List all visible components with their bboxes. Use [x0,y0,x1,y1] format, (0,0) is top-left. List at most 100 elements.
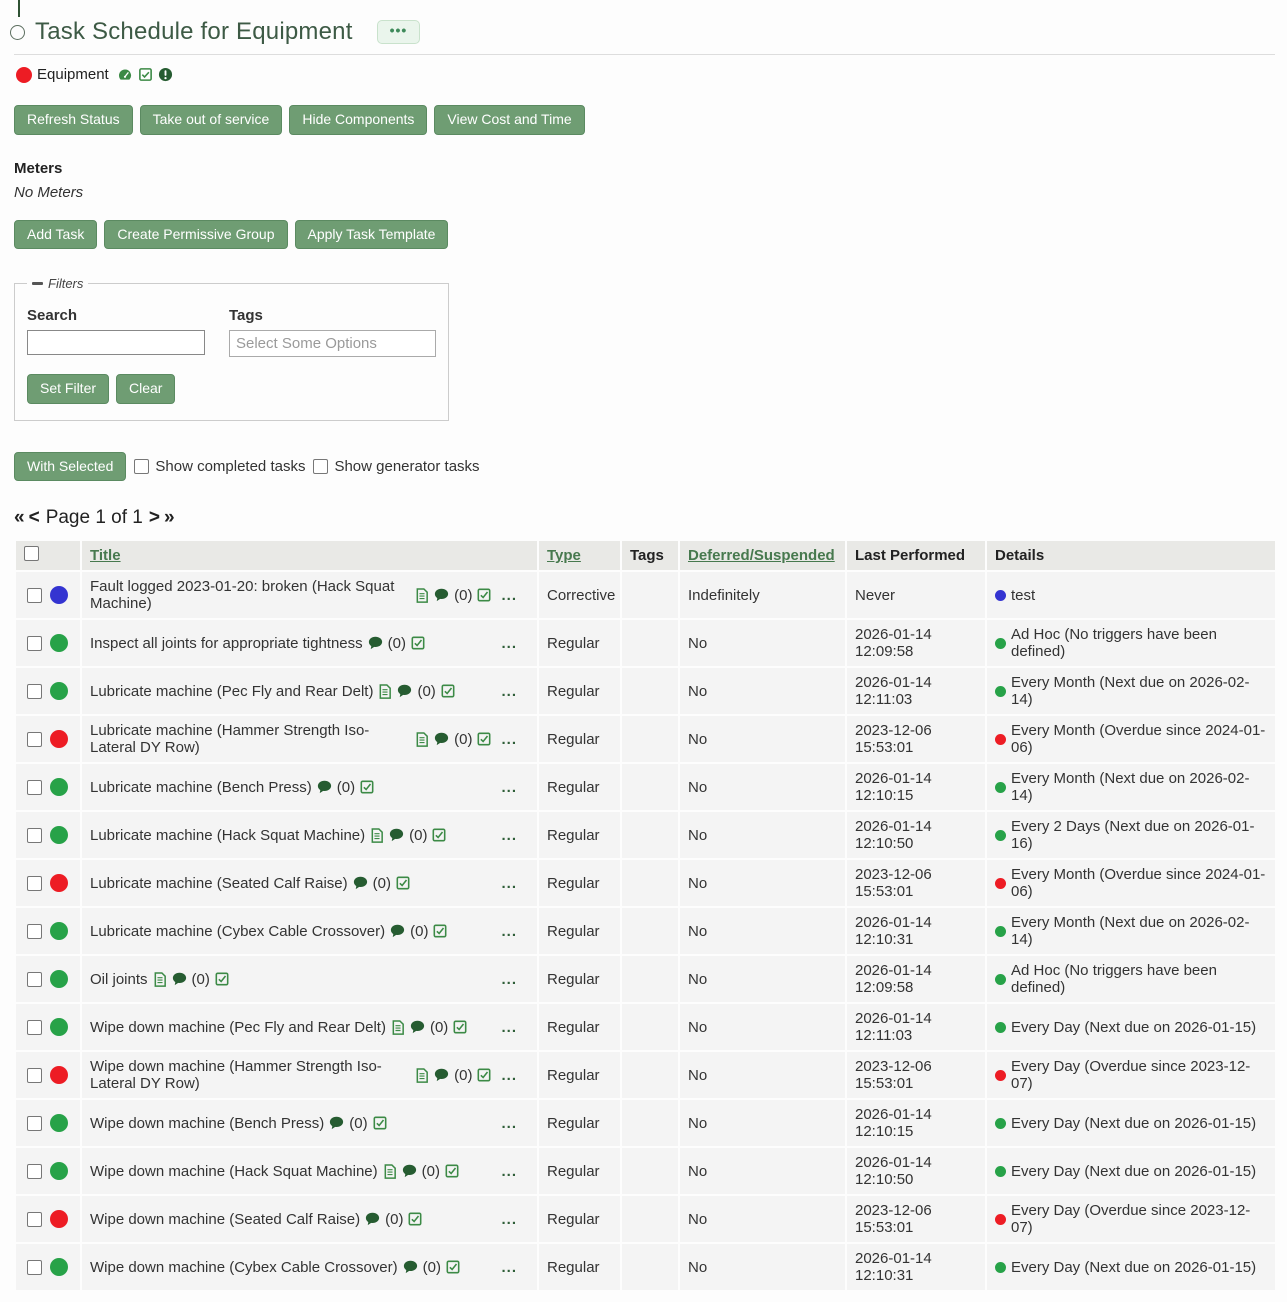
row-checkbox[interactable] [27,636,42,651]
row-actions-button[interactable]: ... [501,731,529,748]
sort-type-link[interactable]: Type [547,547,581,564]
search-input[interactable] [27,330,205,355]
document-icon[interactable] [415,1068,429,1083]
row-actions-button[interactable]: ... [501,683,529,700]
alert-icon[interactable] [158,67,173,82]
comment-icon[interactable] [353,876,368,890]
row-actions-button[interactable]: ... [501,587,529,604]
row-actions-button[interactable]: ... [501,971,529,988]
document-icon[interactable] [383,1164,397,1179]
create-permissive-group-button[interactable]: Create Permissive Group [104,220,287,250]
meters-icon[interactable] [117,67,133,83]
comment-icon[interactable] [172,972,187,986]
row-actions-button[interactable]: ... [501,923,529,940]
row-actions-button[interactable]: ... [501,1067,529,1084]
comment-icon[interactable] [368,636,383,650]
row-actions-button[interactable]: ... [501,1211,529,1228]
check-square-icon[interactable] [477,588,491,602]
row-actions-button[interactable]: ... [501,1163,529,1180]
check-square-icon[interactable] [396,876,410,890]
row-checkbox[interactable] [27,684,42,699]
take-out-of-service-button[interactable]: Take out of service [140,105,283,135]
sort-title-link[interactable]: Title [90,547,121,564]
tags-cell [621,667,679,715]
sort-deferred-link[interactable]: Deferred/Suspended [688,547,835,564]
comment-icon[interactable] [397,684,412,698]
check-square-icon[interactable] [408,1212,422,1226]
check-square-icon[interactable] [441,684,455,698]
comment-icon[interactable] [410,1020,425,1034]
refresh-status-button[interactable]: Refresh Status [14,105,133,135]
tags-select[interactable] [229,330,436,357]
row-checkbox[interactable] [27,972,42,987]
comment-icon[interactable] [390,924,405,938]
row-actions-button[interactable]: ... [501,635,529,652]
last-page-button[interactable]: » [164,507,175,529]
row-checkbox[interactable] [27,780,42,795]
row-checkbox[interactable] [27,1068,42,1083]
check-square-icon[interactable] [445,1164,459,1178]
title-more-button[interactable]: ••• [377,20,421,44]
document-icon[interactable] [153,972,167,987]
row-checkbox[interactable] [27,732,42,747]
check-square-icon[interactable] [453,1020,467,1034]
row-actions-button[interactable]: ... [501,779,529,796]
next-page-button[interactable]: > [149,507,160,529]
check-square-icon[interactable] [477,732,491,746]
check-square-icon[interactable] [477,1068,491,1082]
first-page-button[interactable]: « [14,507,25,529]
comment-icon[interactable] [434,732,449,746]
check-square-icon[interactable] [360,780,374,794]
row-checkbox[interactable] [27,588,42,603]
with-selected-button[interactable]: With Selected [14,452,126,482]
tasks-check-icon[interactable] [138,67,153,82]
document-icon[interactable] [370,828,384,843]
row-checkbox[interactable] [27,1260,42,1275]
view-cost-time-button[interactable]: View Cost and Time [434,105,584,135]
comment-icon[interactable] [403,1260,418,1274]
document-icon[interactable] [391,1020,405,1035]
row-actions-button[interactable]: ... [501,1019,529,1036]
row-checkbox[interactable] [27,1020,42,1035]
check-square-icon[interactable] [446,1260,460,1274]
show-generator-checkbox[interactable] [313,459,328,474]
deferred-cell: No [679,1195,846,1243]
row-actions-button[interactable]: ... [501,1259,529,1276]
hide-components-button[interactable]: Hide Components [289,105,427,135]
row-actions-button[interactable]: ... [501,875,529,892]
document-icon[interactable] [378,684,392,699]
apply-task-template-button[interactable]: Apply Task Template [295,220,449,250]
prev-page-button[interactable]: < [29,507,40,529]
clear-filter-button[interactable]: Clear [116,374,175,404]
row-checkbox[interactable] [27,1116,42,1131]
comment-icon[interactable] [317,780,332,794]
type-cell: Regular [538,1243,621,1291]
check-square-icon[interactable] [411,636,425,650]
check-square-icon[interactable] [433,924,447,938]
show-completed-checkbox[interactable] [134,459,149,474]
row-checkbox[interactable] [27,876,42,891]
select-all-checkbox[interactable] [24,546,39,561]
check-square-icon[interactable] [373,1116,387,1130]
row-actions-button[interactable]: ... [501,827,529,844]
collapse-filters-icon[interactable] [32,282,43,285]
add-task-button[interactable]: Add Task [14,220,97,250]
comment-icon[interactable] [389,828,404,842]
document-icon[interactable] [415,732,429,747]
check-square-icon[interactable] [215,972,229,986]
row-checkbox[interactable] [27,828,42,843]
last-performed-cell: 2026-01-14 12:10:50 [846,1147,986,1195]
set-filter-button[interactable]: Set Filter [27,374,109,404]
comment-icon[interactable] [329,1116,344,1130]
document-icon[interactable] [415,588,429,603]
comment-icon[interactable] [434,1068,449,1082]
row-checkbox[interactable] [27,924,42,939]
comment-icon[interactable] [434,588,449,602]
row-checkbox[interactable] [27,1164,42,1179]
check-square-icon[interactable] [432,828,446,842]
row-actions-button[interactable]: ... [501,1115,529,1132]
details-cell: Ad Hoc (No triggers have been defined) [986,619,1276,667]
comment-icon[interactable] [402,1164,417,1178]
comment-icon[interactable] [365,1212,380,1226]
row-checkbox[interactable] [27,1212,42,1227]
